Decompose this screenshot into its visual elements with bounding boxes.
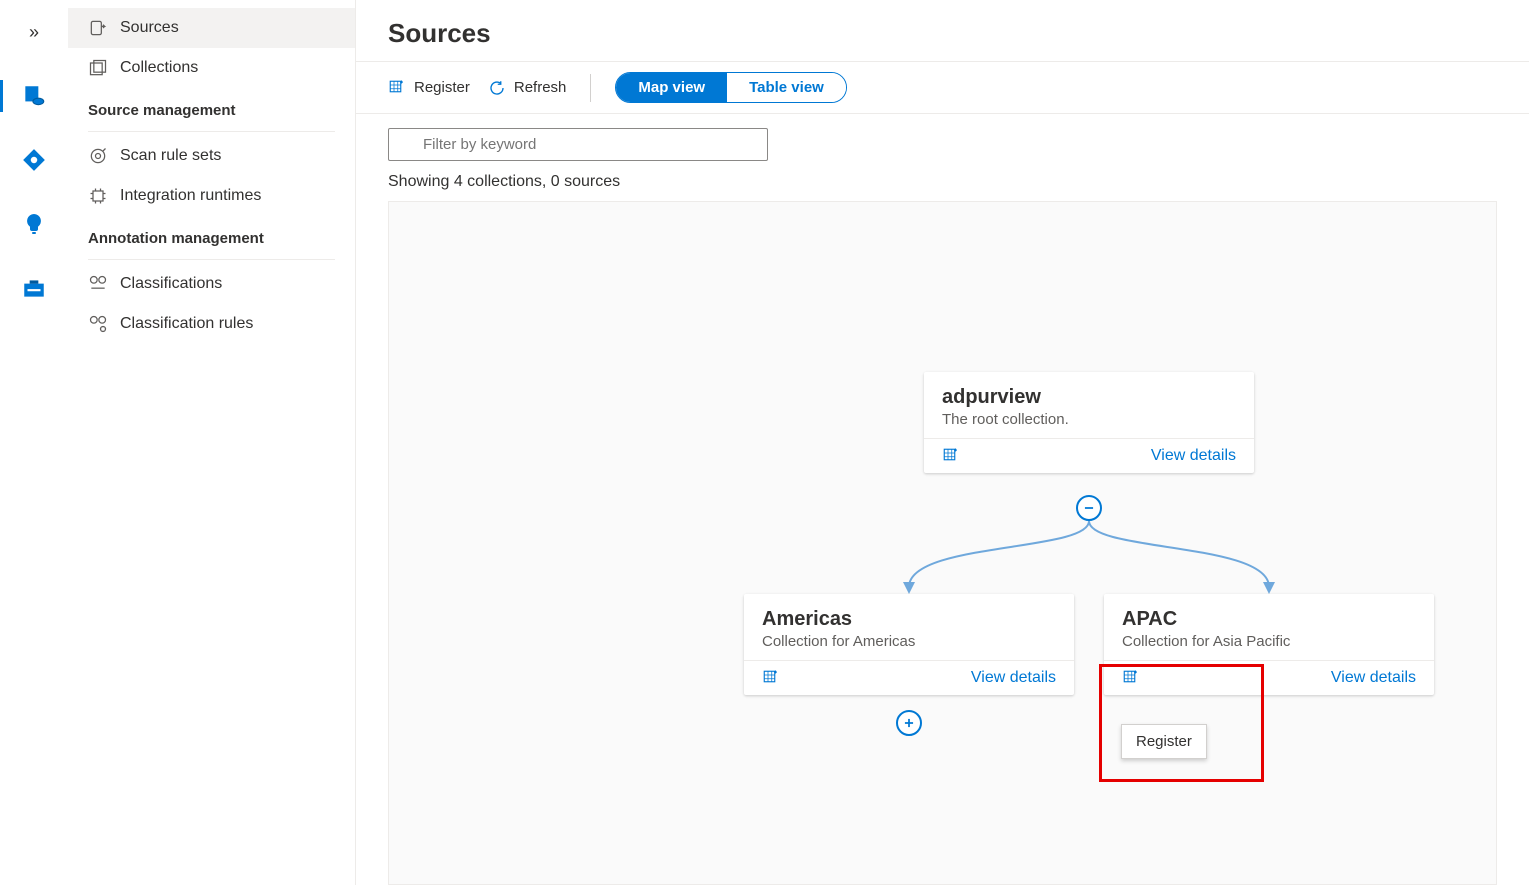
view-toggle: Map view Table view xyxy=(615,72,846,103)
node-register-icon[interactable] xyxy=(1122,669,1140,687)
sidebar-item-integration-runtimes[interactable]: Integration runtimes xyxy=(68,176,355,216)
node-register-icon[interactable] xyxy=(762,669,780,687)
button-label: Register xyxy=(414,79,470,96)
showing-count: Showing 4 collections, 0 sources xyxy=(356,167,1529,201)
sidebar-heading: Source management xyxy=(68,88,355,127)
rail-item-insights[interactable] xyxy=(12,202,56,246)
node-title: APAC xyxy=(1122,608,1416,631)
sidebar: Sources Collections Source management Sc… xyxy=(68,0,356,885)
sidebar-item-label: Classifications xyxy=(120,275,222,293)
database-icon xyxy=(21,83,47,109)
grid-plus-icon xyxy=(1122,669,1140,687)
lightbulb-icon xyxy=(22,212,46,236)
grid-plus-icon xyxy=(762,669,780,687)
sidebar-item-label: Sources xyxy=(120,19,179,37)
collection-node-americas[interactable]: Americas Collection for Americas View de… xyxy=(744,594,1074,695)
node-register-icon[interactable] xyxy=(942,447,960,465)
filter-bar xyxy=(356,114,1529,167)
button-label: Refresh xyxy=(514,79,567,96)
collection-node-apac[interactable]: APAC Collection for Asia Pacific View de… xyxy=(1104,594,1434,695)
sidebar-item-label: Integration runtimes xyxy=(120,187,261,205)
diamond-icon xyxy=(21,147,47,173)
sidebar-item-label: Collections xyxy=(120,59,198,77)
sidebar-item-scan-rule-sets[interactable]: Scan rule sets xyxy=(68,136,355,176)
collapse-node-button[interactable] xyxy=(1076,495,1102,521)
connector-lines xyxy=(389,202,1496,884)
sidebar-item-classification-rules[interactable]: Classification rules xyxy=(68,304,355,344)
node-description: Collection for Americas xyxy=(762,633,1056,650)
view-details-link[interactable]: View details xyxy=(1151,447,1236,465)
divider xyxy=(88,131,335,132)
node-description: Collection for Asia Pacific xyxy=(1122,633,1416,650)
sidebar-item-sources[interactable]: Sources xyxy=(68,8,355,48)
chip-icon xyxy=(88,186,108,206)
view-details-link[interactable]: View details xyxy=(1331,669,1416,687)
collections-icon xyxy=(88,58,108,78)
chevron-right-icon: » xyxy=(29,23,39,41)
minus-circle-icon xyxy=(1082,501,1096,515)
divider xyxy=(88,259,335,260)
left-rail: » xyxy=(0,0,68,885)
add-child-button[interactable] xyxy=(896,710,922,736)
expand-rail-button[interactable]: » xyxy=(12,10,56,54)
node-title: Americas xyxy=(762,608,1056,631)
sidebar-item-collections[interactable]: Collections xyxy=(68,48,355,88)
collection-node-root[interactable]: adpurview The root collection. View deta… xyxy=(924,372,1254,473)
rail-item-catalog[interactable] xyxy=(12,138,56,182)
refresh-icon xyxy=(488,79,506,97)
grid-plus-icon xyxy=(388,79,406,97)
map-view-button[interactable]: Map view xyxy=(616,73,727,102)
view-details-link[interactable]: View details xyxy=(971,669,1056,687)
toolbox-icon xyxy=(21,275,47,301)
filter-input[interactable] xyxy=(388,128,768,161)
register-tooltip: Register xyxy=(1121,724,1207,759)
sidebar-item-classifications[interactable]: Classifications xyxy=(68,264,355,304)
refresh-button[interactable]: Refresh xyxy=(488,79,567,97)
map-canvas[interactable]: adpurview The root collection. View deta… xyxy=(388,201,1497,885)
table-view-button[interactable]: Table view xyxy=(727,73,846,102)
node-description: The root collection. xyxy=(942,411,1236,428)
toolbar-separator xyxy=(590,74,591,102)
classification-rules-icon xyxy=(88,314,108,334)
toolbar: Register Refresh Map view Table view xyxy=(356,61,1529,114)
page-title: Sources xyxy=(356,0,1529,61)
main-content: Sources Register Refresh Map view Table … xyxy=(356,0,1529,885)
grid-plus-icon xyxy=(942,447,960,465)
classifications-icon xyxy=(88,274,108,294)
sidebar-heading: Annotation management xyxy=(68,216,355,255)
sidebar-item-label: Classification rules xyxy=(120,315,253,333)
target-icon xyxy=(88,146,108,166)
sidebar-item-label: Scan rule sets xyxy=(120,147,221,165)
rail-item-management[interactable] xyxy=(12,266,56,310)
rail-item-data-map[interactable] xyxy=(12,74,56,118)
plus-circle-icon xyxy=(902,716,916,730)
register-button[interactable]: Register xyxy=(388,79,470,97)
sources-icon xyxy=(88,18,108,38)
node-title: adpurview xyxy=(942,386,1236,409)
